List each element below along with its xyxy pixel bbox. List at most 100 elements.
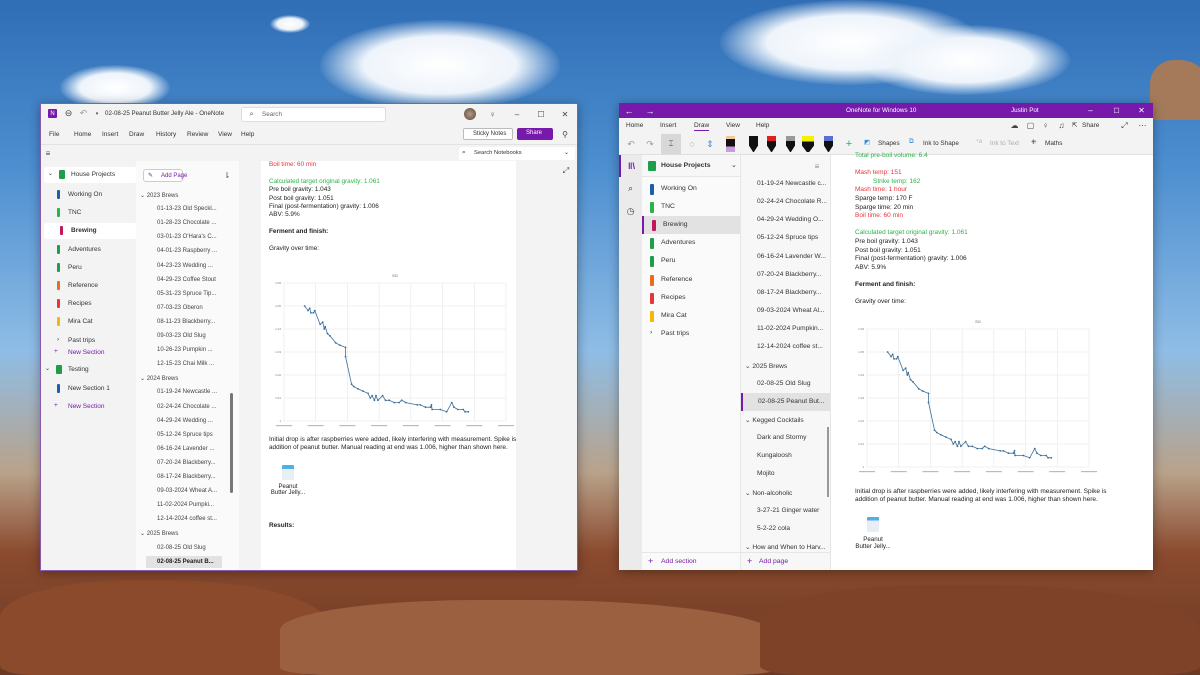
- tab-draw[interactable]: Draw: [694, 122, 710, 131]
- lasso-select-icon[interactable]: ◌: [686, 137, 698, 151]
- page-item[interactable]: Mojito: [757, 470, 775, 477]
- undo-icon[interactable]: ↶: [625, 137, 637, 151]
- page-item[interactable]: 02-24-24 Chocolate R...: [757, 198, 827, 205]
- back-icon[interactable]: ⊖: [63, 108, 74, 119]
- share-button[interactable]: Share: [517, 128, 553, 140]
- page-item[interactable]: 02-08-25 Old Slug: [757, 380, 811, 387]
- tab-view[interactable]: View: [726, 122, 740, 129]
- hamburger-menu-icon[interactable]: ≡: [43, 148, 53, 158]
- notifications-icon[interactable]: ♫: [1056, 120, 1067, 131]
- maximize-button[interactable]: ☐: [1111, 105, 1122, 116]
- section-item[interactable]: Working On: [642, 180, 740, 198]
- attachment-file[interactable]: Peanut Butter Jelly...: [851, 517, 895, 550]
- page-item[interactable]: Dark and Stormy: [757, 434, 806, 441]
- page-item[interactable]: 09-03-2024 Wheat Al...: [757, 307, 824, 314]
- pen-galaxy[interactable]: [824, 136, 833, 152]
- page-item[interactable]: 04-23-23 Wedding ...: [157, 263, 213, 269]
- close-button[interactable]: ✕: [1136, 105, 1147, 116]
- page-group[interactable]: ⌄ 2025 Brews: [140, 530, 178, 537]
- menu-home[interactable]: Home: [74, 131, 91, 138]
- page-item[interactable]: 05-12-24 Spruce tips: [757, 234, 818, 241]
- page-item[interactable]: 08-11-23 Blackberry...: [157, 319, 215, 325]
- page-item[interactable]: 12-15-23 Chai Milk ...: [157, 361, 214, 367]
- page-item[interactable]: 07-20-24 Blackberry...: [157, 460, 216, 466]
- minimize-button[interactable]: –: [1085, 105, 1096, 116]
- page-item[interactable]: 06-16-24 Lavender W...: [757, 253, 826, 260]
- section-item[interactable]: Reference: [642, 271, 740, 289]
- page-item-selected[interactable]: 02-08-25 Peanut B...: [146, 555, 222, 568]
- page-item[interactable]: 04-01-23 Raspberry ...: [157, 248, 217, 254]
- menu-file[interactable]: File: [49, 131, 59, 138]
- notebook-house-projects[interactable]: ⌄ House Projects: [44, 167, 138, 183]
- add-page-button[interactable]: + Add page: [741, 552, 830, 570]
- section-item[interactable]: Recipes: [642, 289, 740, 307]
- page-item[interactable]: 07-20-24 Blackberry...: [757, 271, 821, 278]
- page-group[interactable]: ⌄ 2023 Brews: [140, 192, 178, 199]
- page-group[interactable]: ⌄ 2025 Brews: [745, 362, 787, 370]
- page-item[interactable]: 04-29-24 Wedding O...: [757, 216, 824, 223]
- sticky-notes-button[interactable]: Sticky Notes: [463, 128, 513, 140]
- page-item[interactable]: 11-02-2024 Pumpkin...: [757, 325, 823, 332]
- more-options-icon[interactable]: ⋯: [1137, 120, 1148, 131]
- page-item[interactable]: 02-24-24 Chocolate ...: [157, 404, 216, 410]
- page-group[interactable]: ⌄ 2024 Brews: [140, 375, 178, 382]
- lightbulb-icon[interactable]: ♀: [1040, 120, 1051, 131]
- close-button[interactable]: ✕: [559, 108, 571, 120]
- page-item[interactable]: 01-28-23 Chocolate ...: [157, 220, 216, 226]
- minimize-button[interactable]: –: [511, 108, 523, 120]
- add-pen-icon[interactable]: +: [843, 137, 855, 151]
- pen-lavender[interactable]: [726, 136, 735, 152]
- page-item[interactable]: 08-17-24 Blackberry...: [157, 474, 216, 480]
- section-item[interactable]: Peru: [41, 260, 135, 276]
- type-select-tool-icon[interactable]: ⌶: [661, 134, 681, 154]
- section-item[interactable]: Adventures: [642, 234, 740, 252]
- page-item[interactable]: 04-29-24 Wedding ...: [157, 418, 213, 424]
- new-section-button[interactable]: + New Section: [41, 399, 135, 415]
- section-item[interactable]: Brewing: [642, 216, 740, 235]
- note-page[interactable]: Total pre-boil volume: 6.4 Mash temp: 15…: [830, 152, 1153, 570]
- section-item[interactable]: TNC: [642, 198, 740, 216]
- section-item[interactable]: Mira Cat: [642, 307, 740, 325]
- menu-review[interactable]: Review: [187, 131, 208, 138]
- page-item[interactable]: 09-03-23 Old Slug: [157, 333, 206, 339]
- shapes-button[interactable]: ◩ Shapes: [864, 138, 908, 150]
- menu-view[interactable]: View: [218, 131, 232, 138]
- new-section-button[interactable]: + New Section: [41, 345, 135, 361]
- menu-draw[interactable]: Draw: [129, 131, 144, 138]
- chevron-down-icon[interactable]: ⌄: [564, 149, 569, 156]
- add-page-button[interactable]: ✎ Add Page: [143, 169, 187, 182]
- maths-button[interactable]: ⁜ Maths: [1031, 138, 1071, 150]
- page-item[interactable]: 08-17-24 Blackberry...: [757, 289, 821, 296]
- page-item[interactable]: 06-16-24 Lavender ...: [157, 446, 214, 452]
- undo-icon[interactable]: ↶: [78, 108, 89, 119]
- section-item[interactable]: Recipes: [41, 296, 135, 312]
- pen-black[interactable]: [749, 136, 758, 152]
- pencil-gray[interactable]: [786, 136, 795, 152]
- add-section-button[interactable]: + Add section: [642, 552, 740, 570]
- tab-help[interactable]: Help: [756, 122, 769, 129]
- redo-icon[interactable]: ↷: [644, 137, 656, 151]
- section-item[interactable]: Brewing: [44, 223, 138, 240]
- menu-history[interactable]: History: [156, 131, 176, 138]
- add-space-icon[interactable]: ⇕: [704, 137, 716, 151]
- page-item[interactable]: 12-14-2024 coffee st...: [757, 343, 823, 350]
- page-icon[interactable]: ▢: [1025, 120, 1036, 131]
- section-item[interactable]: Working On: [41, 187, 135, 203]
- page-list-scrollbar[interactable]: [230, 393, 233, 493]
- share-button[interactable]: ⇱ Share: [1072, 120, 1102, 131]
- page-item[interactable]: 01-19-24 Newcastle c...: [757, 180, 826, 187]
- notebook-testing[interactable]: ⌄ Testing: [41, 362, 135, 378]
- tab-home[interactable]: Home: [626, 122, 643, 129]
- back-icon[interactable]: ←: [623, 105, 635, 116]
- attachment-file[interactable]: Peanut Butter Jelly...: [266, 465, 310, 496]
- section-item[interactable]: Mira Cat: [41, 314, 135, 330]
- highlighter-yellow[interactable]: [802, 136, 814, 152]
- sort-icon[interactable]: ⇂: [222, 170, 232, 180]
- avatar[interactable]: [464, 108, 476, 120]
- tab-insert[interactable]: Insert: [660, 122, 676, 129]
- page-item[interactable]: Kungaloosh: [757, 452, 792, 459]
- page-item[interactable]: 11-02-2024 Pumpki...: [157, 502, 214, 508]
- page-item[interactable]: 07-03-23 Oberon: [157, 305, 203, 311]
- ink-to-shape-button[interactable]: ⧉ Ink to Shape: [909, 138, 971, 150]
- section-group-past-trips[interactable]: › Past trips: [642, 325, 740, 343]
